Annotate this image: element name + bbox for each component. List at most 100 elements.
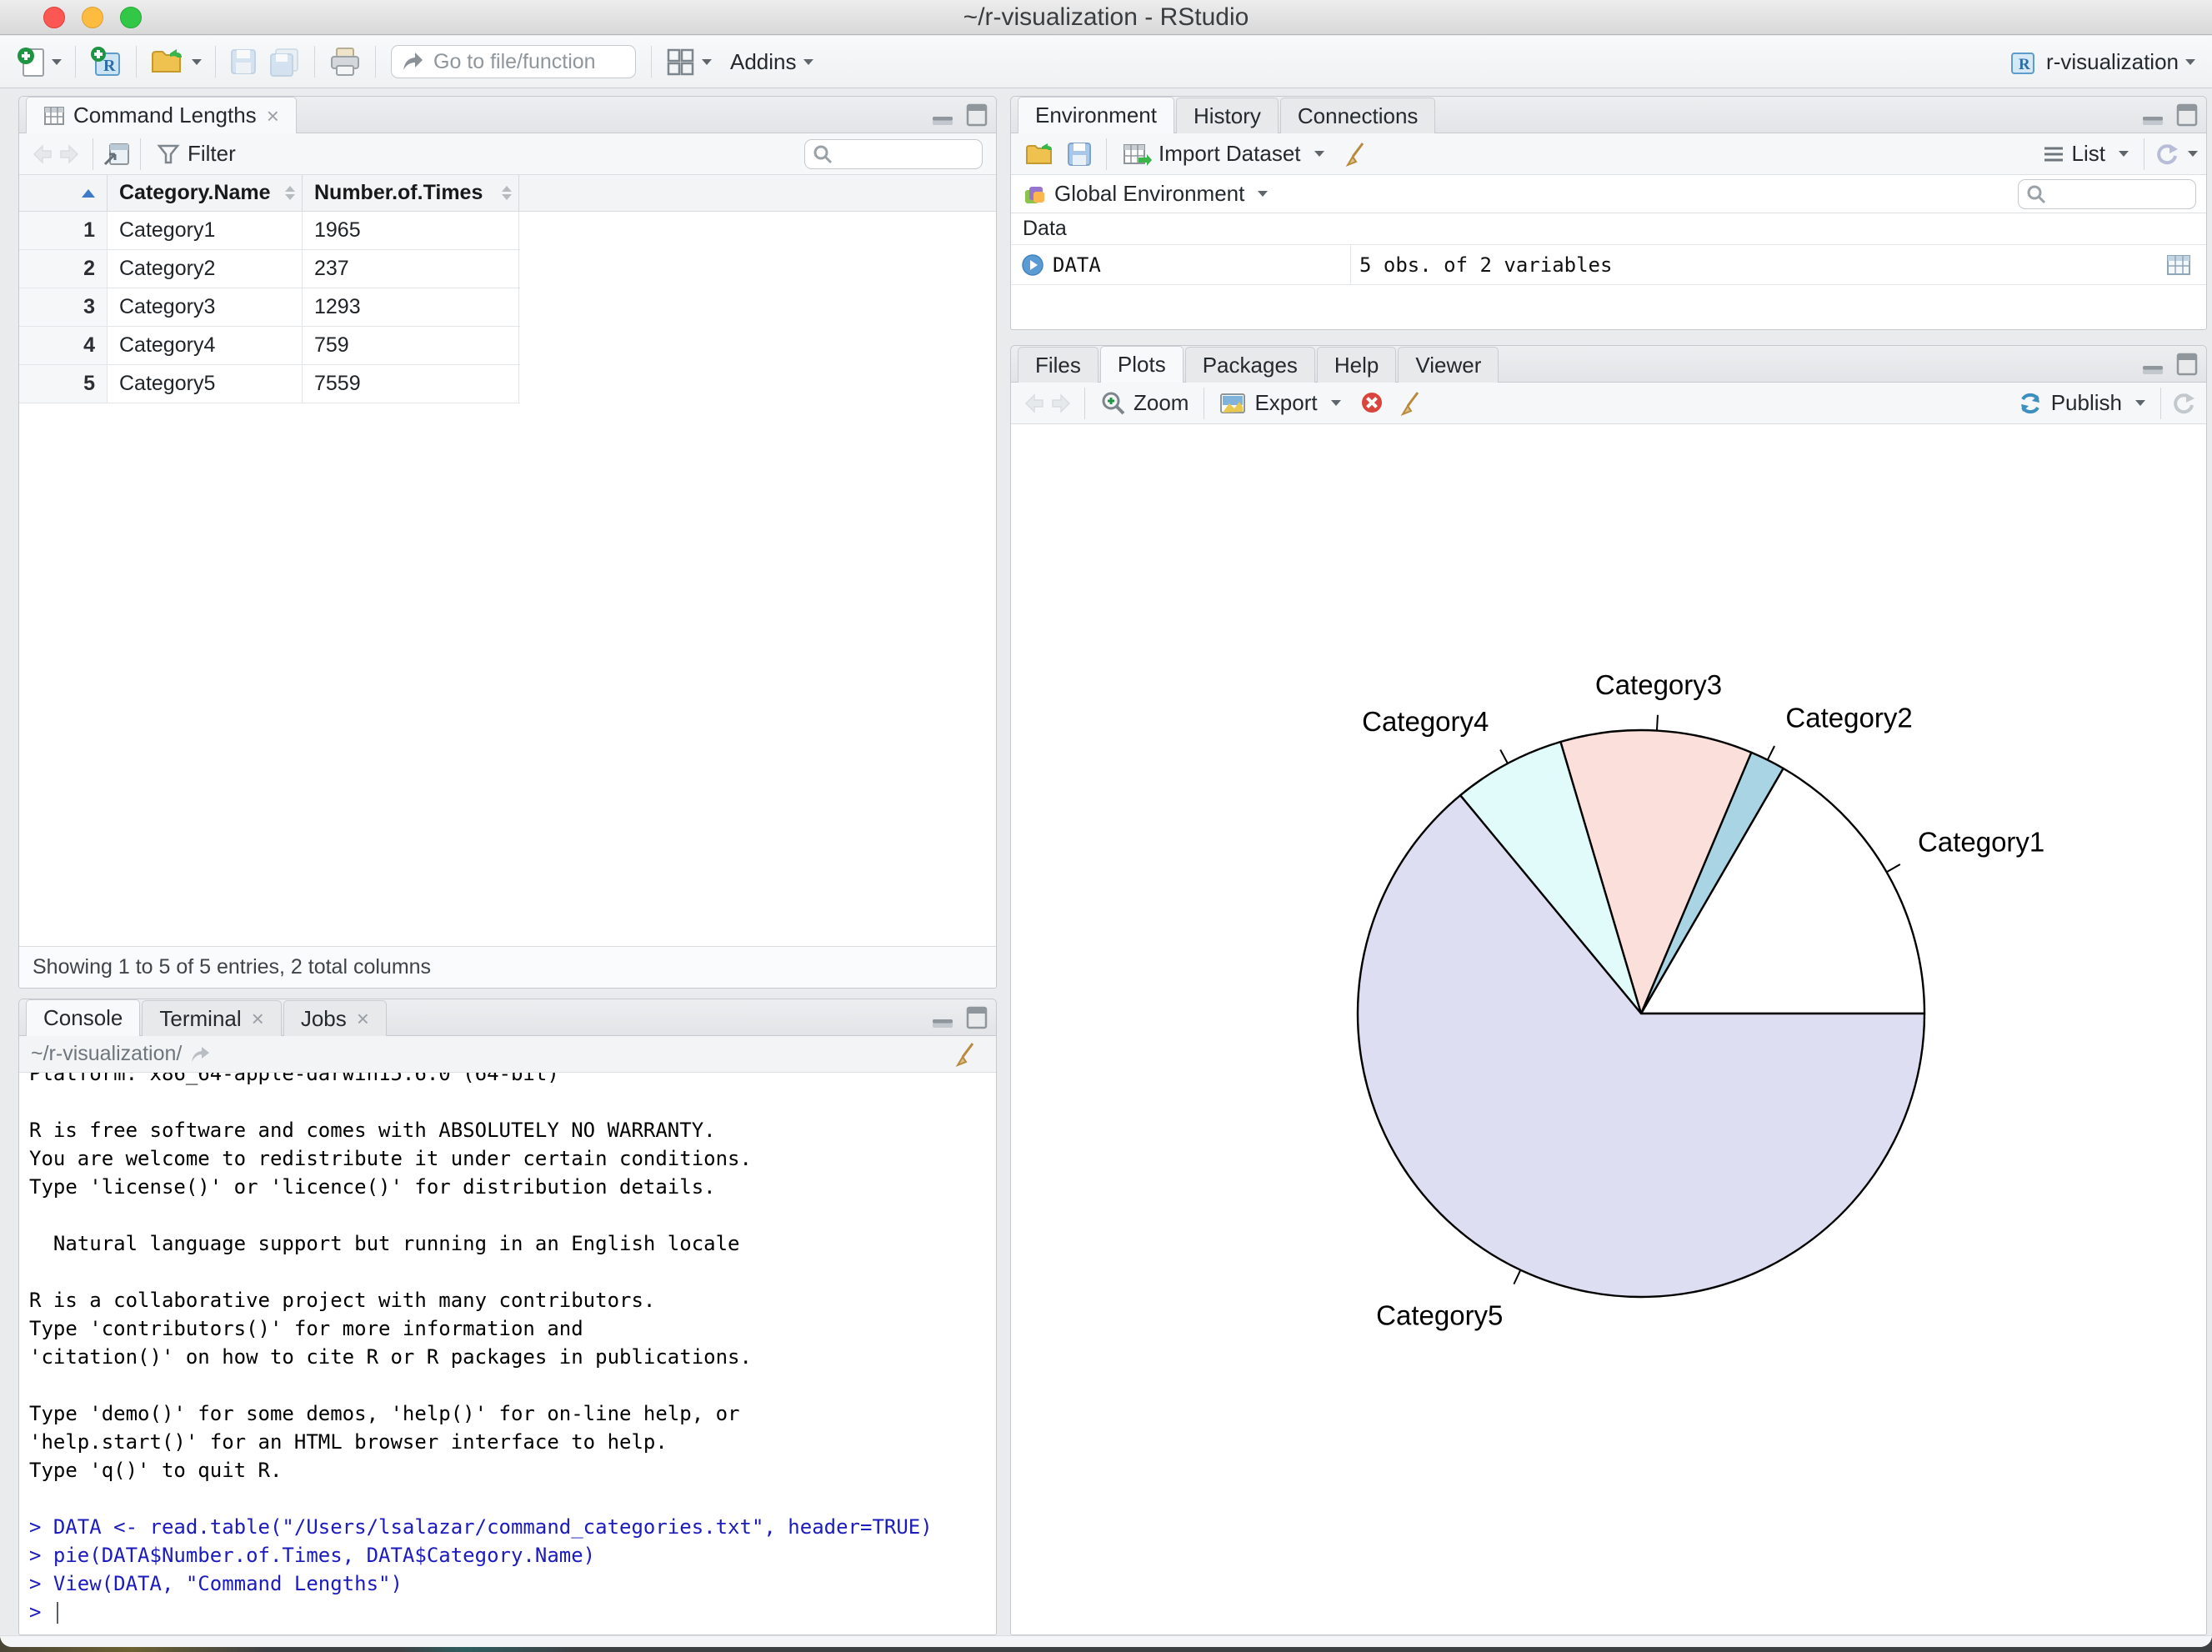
clear-environment-icon[interactable]: [1343, 140, 1369, 168]
table-row[interactable]: 1 Category1 1965: [19, 212, 520, 250]
list-caret-icon: [2119, 151, 2129, 157]
console-command: > DATA <- read.table("/Users/lsalazar/co…: [29, 1515, 933, 1539]
refresh-plot-icon[interactable]: [2169, 390, 2198, 417]
titlebar: ~/r-visualization - RStudio: [0, 0, 2212, 35]
pane-layout-button[interactable]: [660, 42, 717, 82]
table-search-input[interactable]: [833, 142, 975, 166]
maximize-pane-icon[interactable]: [2176, 353, 2198, 380]
environment-search[interactable]: [2018, 178, 2196, 209]
tab-console[interactable]: Console: [26, 999, 141, 1036]
table-row[interactable]: 4 Category4 759: [19, 327, 520, 365]
maximize-pane-icon[interactable]: [966, 103, 988, 131]
export-plot-button[interactable]: Export: [1213, 390, 1347, 416]
global-environment-label: Global Environment: [1054, 181, 1245, 206]
open-in-new-window-icon[interactable]: [102, 141, 132, 168]
new-project-button[interactable]: R: [84, 40, 128, 83]
object-name: DATA: [1053, 253, 1101, 277]
new-file-button[interactable]: [12, 41, 67, 83]
tab-connections[interactable]: Connections: [1279, 98, 1436, 133]
tab-viewer[interactable]: Viewer: [1398, 347, 1499, 383]
table-cell: Category4: [108, 327, 303, 364]
table-row[interactable]: 3 Category3 1293: [19, 288, 520, 327]
publish-caret-icon: [2135, 400, 2145, 406]
console-output-line: 'help.start()' for an HTML browser inter…: [29, 1430, 668, 1454]
column-header-category-name[interactable]: Category.Name: [108, 175, 303, 211]
tab-files[interactable]: Files: [1018, 347, 1098, 383]
back-icon[interactable]: [28, 142, 56, 167]
row-number-header[interactable]: [19, 175, 108, 211]
tab-packages[interactable]: Packages: [1184, 347, 1315, 383]
goto-arrow-icon: [400, 50, 425, 73]
next-plot-icon[interactable]: [1048, 391, 1076, 416]
maximize-pane-icon[interactable]: [966, 1006, 988, 1034]
close-tab-icon[interactable]: ×: [252, 1008, 264, 1029]
export-caret-icon: [1330, 400, 1341, 406]
console-output[interactable]: Platform: x86_64-apple-darwin15.6.0 (64-…: [19, 1073, 996, 1629]
view-table-icon[interactable]: [2166, 254, 2191, 276]
tab-label: Command Lengths: [73, 103, 257, 128]
goto-file-search[interactable]: [391, 45, 636, 78]
table-search[interactable]: [804, 138, 983, 169]
pie-chart: Category1 Category2 Category3 Category4 Cate…: [1356, 669, 2044, 1331]
maximize-pane-icon[interactable]: [2176, 103, 2198, 131]
tab-history[interactable]: History: [1175, 98, 1279, 133]
load-workspace-icon[interactable]: [1024, 141, 1056, 168]
table-row[interactable]: 2 Category2 237: [19, 250, 520, 288]
console-output-line: You are welcome to redistribute it under…: [29, 1147, 752, 1170]
zoom-plot-button[interactable]: Zoom: [1093, 390, 1195, 417]
plots-pane: Files Plots Packages Help Viewer Zoom Ex…: [1010, 345, 2207, 1635]
open-file-button[interactable]: [145, 42, 207, 82]
data-table: Category.Name Number.of.Times 1 Category1…: [19, 175, 996, 403]
export-image-icon: [1219, 392, 1248, 415]
tab-command-lengths[interactable]: Command Lengths ×: [26, 97, 297, 133]
rstudio-window: ~/r-visualization - RStudio R Go to file…: [0, 0, 2212, 1647]
refresh-icon[interactable]: [2153, 141, 2181, 168]
goto-file-input[interactable]: [433, 49, 625, 74]
tab-jobs[interactable]: Jobs ×: [283, 1000, 387, 1036]
close-tab-icon[interactable]: ×: [357, 1008, 369, 1029]
save-workspace-icon[interactable]: [1066, 141, 1093, 168]
minimize-pane-icon[interactable]: [2141, 108, 2164, 131]
data-grid-icon: [43, 106, 65, 126]
close-tab-icon[interactable]: ×: [267, 105, 279, 127]
plots-toolbar: Zoom Export Publish: [1011, 383, 2206, 424]
list-view-button[interactable]: List: [2035, 141, 2135, 167]
minimize-pane-icon[interactable]: [2141, 358, 2164, 380]
save-all-button[interactable]: [263, 42, 306, 82]
tab-environment[interactable]: Environment: [1018, 97, 1174, 133]
svg-text:R: R: [103, 57, 116, 75]
expand-object-icon[interactable]: [1021, 253, 1044, 277]
tab-terminal[interactable]: Terminal ×: [142, 1000, 282, 1036]
environment-object-row[interactable]: DATA 5 obs. of 2 variables: [1011, 245, 2206, 285]
save-button[interactable]: [224, 43, 263, 81]
console-output-line: 'citation()' on how to cite R or R packa…: [29, 1345, 752, 1369]
forward-icon[interactable]: [56, 142, 84, 167]
column-header-number-of-times[interactable]: Number.of.Times: [303, 175, 519, 211]
publish-button[interactable]: Publish: [2009, 390, 2152, 417]
console-output-line: Natural language support but running in …: [29, 1232, 740, 1255]
console-output-line: Type 'license()' or 'licence()' for dist…: [29, 1175, 716, 1199]
previous-plot-icon[interactable]: [1019, 391, 1048, 416]
minimize-pane-icon[interactable]: [931, 108, 954, 131]
pie-label-tick: [1886, 864, 1901, 874]
remove-plot-icon[interactable]: [1359, 390, 1386, 417]
minimize-pane-icon[interactable]: [931, 1011, 954, 1034]
clear-console-icon[interactable]: [953, 1040, 979, 1069]
publish-label: Publish: [2050, 390, 2122, 415]
environment-search-input[interactable]: [2047, 182, 2189, 206]
project-menu-button[interactable]: R r-visualization: [2003, 42, 2200, 82]
search-icon: [2025, 183, 2047, 205]
table-row[interactable]: 5 Category5 7559: [19, 365, 520, 403]
clear-all-plots-icon[interactable]: [1398, 389, 1424, 418]
filter-button[interactable]: Filter: [149, 141, 243, 167]
console-prompt[interactable]: >: [29, 1598, 996, 1626]
tab-help[interactable]: Help: [1316, 347, 1397, 383]
tab-plots[interactable]: Plots: [1099, 346, 1184, 383]
global-environment-selector[interactable]: Global Environment: [1021, 181, 1274, 207]
print-button[interactable]: [323, 41, 367, 83]
addins-button[interactable]: Addins: [725, 44, 818, 80]
goto-directory-icon[interactable]: [188, 1044, 213, 1065]
import-dataset-button[interactable]: Import Dataset: [1115, 141, 1331, 167]
table-cell: 2: [19, 250, 108, 288]
